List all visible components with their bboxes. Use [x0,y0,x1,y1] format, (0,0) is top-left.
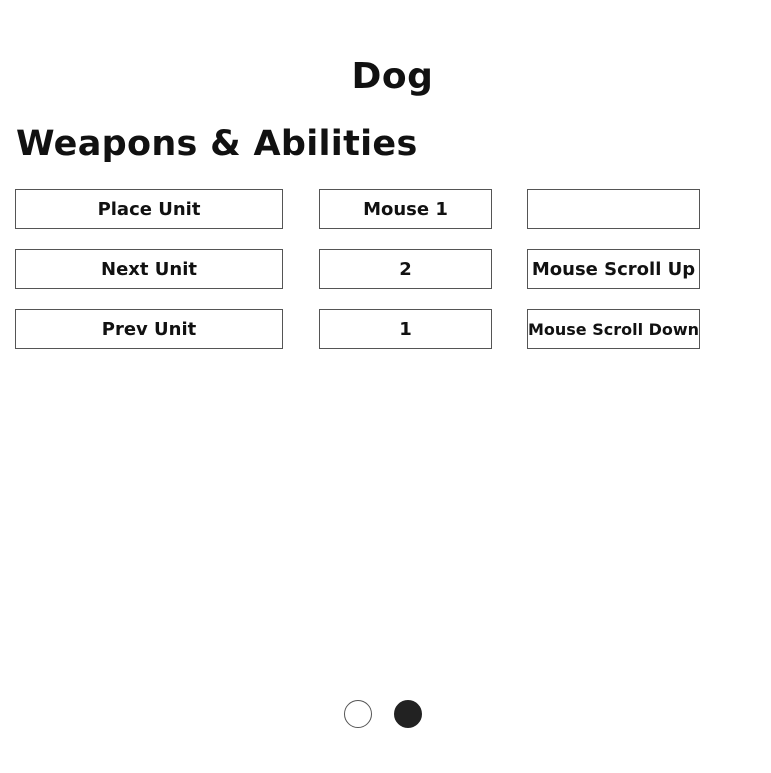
primary-key-next-unit[interactable]: 2 [319,249,492,289]
page-indicator [343,700,433,730]
binding-row-next-unit: Next Unit 2 Mouse Scroll Up [0,249,771,291]
page-dot-1[interactable] [344,700,372,728]
page-title: Dog [351,56,434,97]
binding-row-prev-unit: Prev Unit 1 Mouse Scroll Down [0,309,771,351]
primary-key-place-unit[interactable]: Mouse 1 [319,189,492,229]
action-label-prev-unit[interactable]: Prev Unit [15,309,283,349]
secondary-key-place-unit[interactable] [527,189,700,229]
page-dot-2-active[interactable] [394,700,422,728]
secondary-key-next-unit[interactable]: Mouse Scroll Up [527,249,700,289]
secondary-key-prev-unit[interactable]: Mouse Scroll Down [527,309,700,349]
binding-row-place-unit: Place Unit Mouse 1 [0,189,771,231]
primary-key-prev-unit[interactable]: 1 [319,309,492,349]
action-label-next-unit[interactable]: Next Unit [15,249,283,289]
action-label-place-unit[interactable]: Place Unit [15,189,283,229]
section-heading: Weapons & Abilities [16,124,418,164]
keybindings-page: Dog Weapons & Abilities Place Unit Mouse… [0,0,771,773]
